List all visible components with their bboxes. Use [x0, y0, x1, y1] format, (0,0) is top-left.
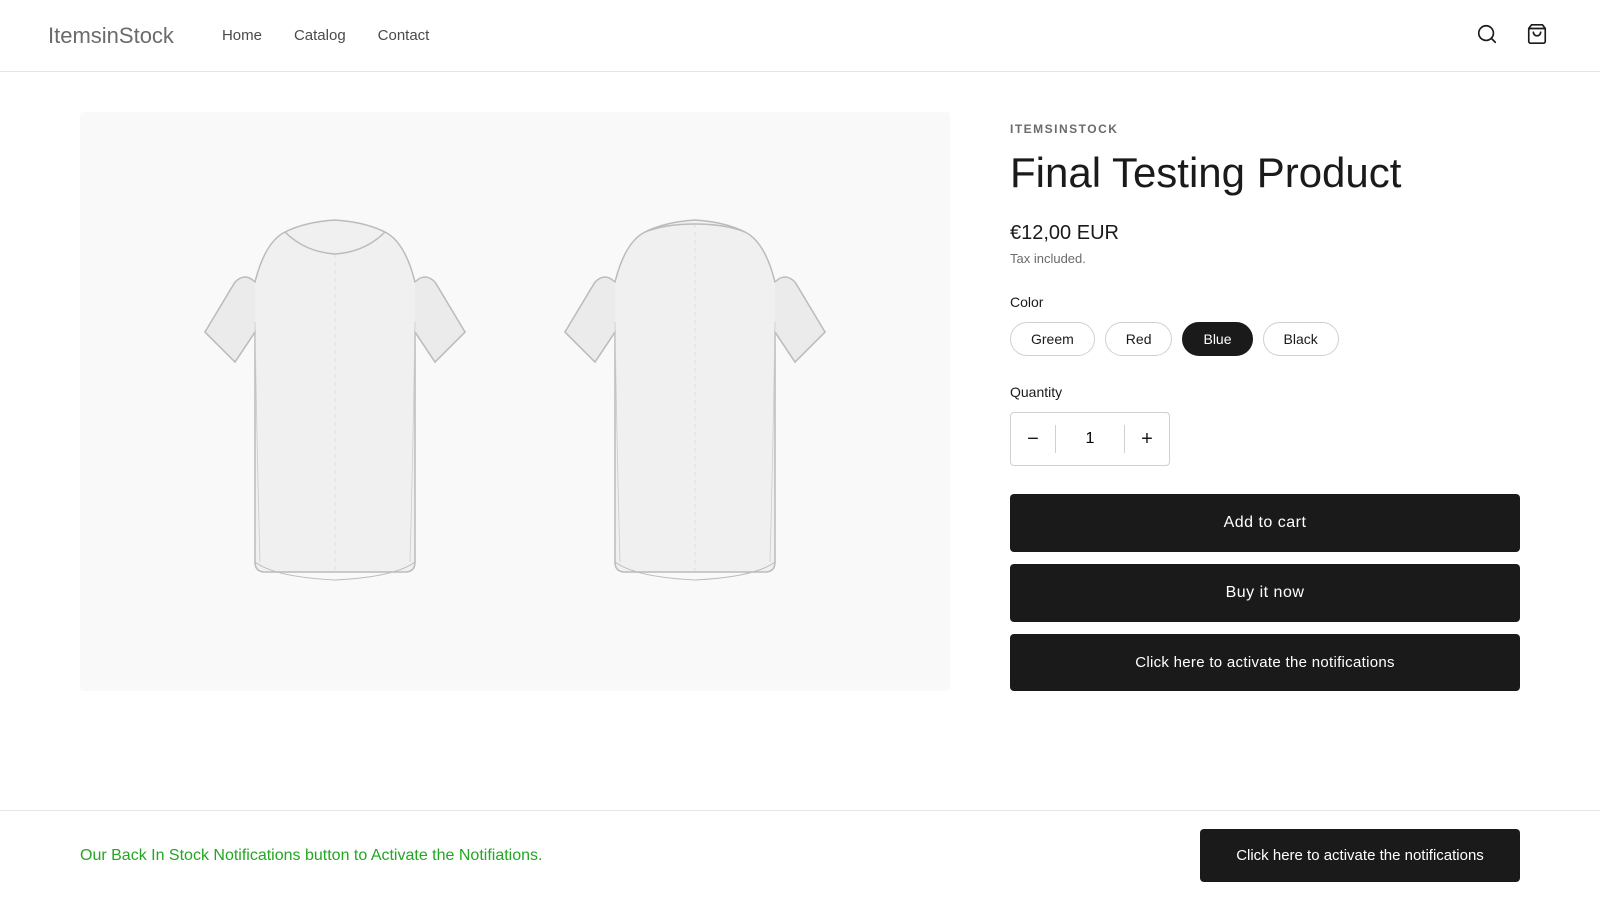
tax-note: Tax included. [1010, 251, 1520, 266]
buy-now-button[interactable]: Buy it now [1010, 564, 1520, 622]
notify-button[interactable]: Click here to activate the notifications [1010, 634, 1520, 691]
logo[interactable]: ItemsinStock [48, 23, 174, 49]
header: ItemsinStock Home Catalog Contact [0, 0, 1600, 72]
search-icon [1476, 23, 1498, 45]
main-nav: Home Catalog Contact [222, 27, 1472, 44]
quantity-decrease-button[interactable]: − [1011, 413, 1055, 465]
product-gallery [80, 112, 950, 691]
notification-banner-text: Our Back In Stock Notifications button t… [80, 847, 1160, 865]
notification-activate-button[interactable]: Click here to activate the notifications [1200, 829, 1520, 882]
add-to-cart-button[interactable]: Add to cart [1010, 494, 1520, 552]
product-title: Final Testing Product [1010, 148, 1520, 198]
search-button[interactable] [1472, 19, 1502, 52]
product-price: €12,00 EUR [1010, 222, 1520, 245]
tshirt-images [175, 202, 855, 602]
color-label: Color [1010, 294, 1520, 310]
cart-icon [1526, 23, 1548, 45]
cart-button[interactable] [1522, 19, 1552, 52]
color-red[interactable]: Red [1105, 322, 1173, 356]
notification-banner: Our Back In Stock Notifications button t… [0, 810, 1600, 900]
quantity-input[interactable] [1056, 430, 1124, 448]
quantity-label: Quantity [1010, 384, 1520, 400]
nav-home[interactable]: Home [222, 27, 262, 44]
color-blue[interactable]: Blue [1182, 322, 1252, 356]
color-options: Greem Red Blue Black [1010, 322, 1520, 356]
nav-contact[interactable]: Contact [378, 27, 430, 44]
tshirt-back [535, 202, 855, 602]
tshirt-front-svg [175, 202, 495, 602]
color-greem[interactable]: Greem [1010, 322, 1095, 356]
brand-label: ITEMSINSTOCK [1010, 122, 1520, 136]
header-icons [1472, 19, 1552, 52]
tshirt-front [175, 202, 495, 602]
quantity-increase-button[interactable]: + [1125, 413, 1169, 465]
nav-catalog[interactable]: Catalog [294, 27, 346, 44]
color-black[interactable]: Black [1263, 322, 1339, 356]
quantity-control: − + [1010, 412, 1170, 466]
product-info: ITEMSINSTOCK Final Testing Product €12,0… [1010, 112, 1520, 691]
tshirt-back-svg [535, 202, 855, 602]
main-content: ITEMSINSTOCK Final Testing Product €12,0… [0, 72, 1600, 731]
